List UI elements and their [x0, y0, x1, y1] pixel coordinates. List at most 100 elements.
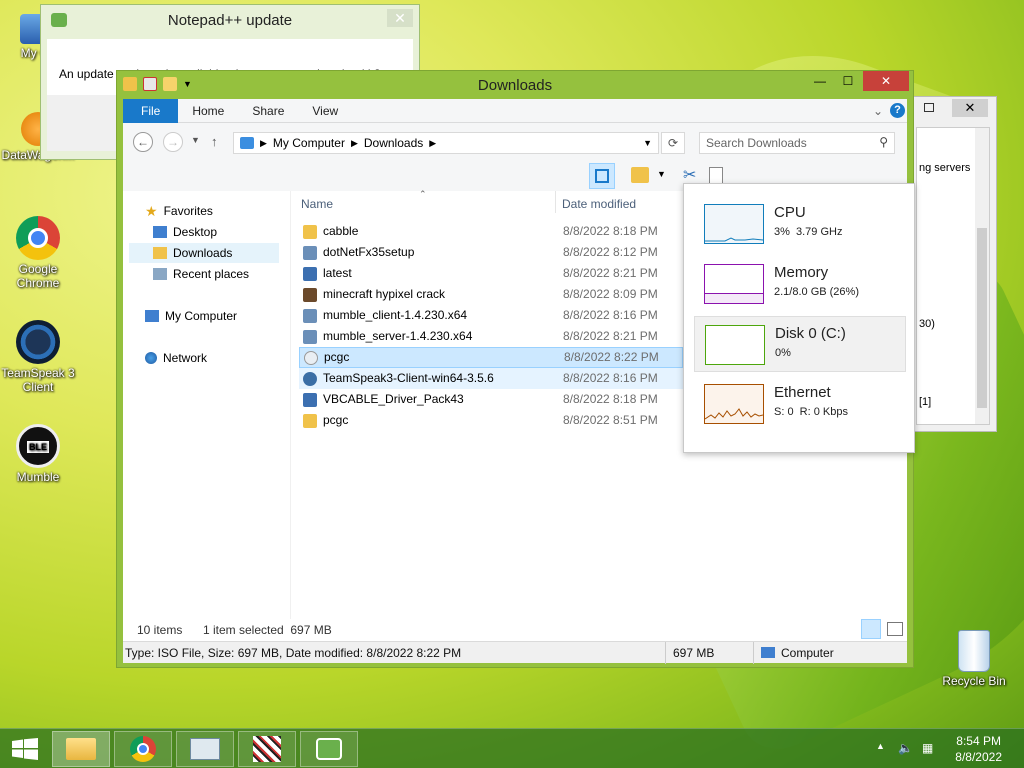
taskbar-task-manager-button[interactable]: [176, 731, 234, 767]
perf-item-disk[interactable]: Disk 0 (C:) 0%: [694, 316, 906, 372]
clock[interactable]: 8:54 PM 8/8/2022: [955, 733, 1002, 765]
file-row[interactable]: mumble_server-1.4.230.x64 8/8/2022 8:21 P…: [299, 326, 683, 347]
refresh-button[interactable]: ⟳: [661, 132, 685, 154]
mumble-icon: BLE: [16, 424, 60, 468]
chevron-down-icon[interactable]: ▼: [643, 138, 652, 148]
breadcrumb-downloads[interactable]: Downloads: [364, 136, 423, 150]
maximize-button[interactable]: ☐: [835, 71, 861, 91]
file-explorer-icon: [66, 738, 96, 760]
tab-view[interactable]: View: [298, 99, 352, 123]
preview-pane-icon[interactable]: [589, 163, 615, 189]
file-date: 8/8/2022 8:12 PM: [563, 245, 658, 259]
breadcrumb-my-computer[interactable]: My Computer: [273, 136, 345, 150]
file-row[interactable]: mumble_client-1.4.230.x64 8/8/2022 8:16 P…: [299, 305, 683, 326]
desktop-icon-chrome[interactable]: Google Chrome: [0, 216, 76, 290]
tab-share[interactable]: Share: [238, 99, 298, 123]
nav-label: Downloads: [173, 246, 233, 260]
minecraft-icon: [303, 287, 317, 302]
desktop-icon-label: Google Chrome: [16, 262, 60, 290]
computer-icon: [145, 310, 159, 322]
setup-icon: [303, 245, 317, 260]
breadcrumb-separator: ▶: [350, 137, 358, 148]
search-icon[interactable]: ⚲: [879, 135, 888, 149]
file-row[interactable]: latest 8/8/2022 8:21 PM: [299, 263, 683, 284]
file-name: TeamSpeak3-Client-win64-3.5.6: [323, 371, 494, 385]
dialog-title: Notepad++ update: [167, 12, 293, 29]
archive-icon: [303, 392, 317, 407]
nav-my-computer[interactable]: My Computer: [143, 306, 283, 326]
desktop-icon-teamspeak[interactable]: TeamSpeak 3 Client: [0, 320, 76, 394]
nav-desktop[interactable]: Desktop: [151, 222, 291, 242]
taskbar: ▲ 🔈 ▦ 8:54 PM 8/8/2022: [0, 728, 1024, 768]
background-window-content: ng servers 30) [1]: [916, 127, 990, 425]
nav-favorites[interactable]: ★ Favorites: [143, 201, 283, 221]
recent-locations-icon[interactable]: ▼: [191, 135, 200, 145]
file-row[interactable]: cabble 8/8/2022 8:18 PM: [299, 221, 683, 242]
file-row[interactable]: TeamSpeak3-Client-win64-3.5.6 8/8/2022 8:…: [299, 368, 683, 389]
maximize-icon[interactable]: [924, 103, 934, 112]
tab-home[interactable]: Home: [178, 99, 238, 123]
dialog-close-button[interactable]: ✕: [387, 9, 413, 27]
desktop-icon-mumble[interactable]: BLE Mumble: [0, 424, 76, 484]
performance-flyout[interactable]: CPU 3% 3.79 GHz Memory 2.1/8.0 GB (26%) …: [683, 183, 915, 453]
chevron-down-icon[interactable]: ▼: [657, 169, 666, 179]
cut-icon[interactable]: ✂: [683, 165, 696, 185]
disc-icon: [304, 350, 318, 365]
computer-icon: [761, 647, 775, 658]
file-date: 8/8/2022 8:18 PM: [563, 392, 658, 406]
tab-file[interactable]: File: [123, 98, 179, 123]
help-icon[interactable]: ?: [890, 103, 905, 118]
scrollbar-thumb[interactable]: [977, 228, 987, 408]
forward-button[interactable]: →: [163, 132, 183, 152]
address-bar[interactable]: ▶ My Computer ▶ Downloads ▶ ▼: [233, 132, 659, 154]
nav-network[interactable]: Network: [143, 348, 283, 368]
notepad-icon: [316, 738, 342, 760]
taskbar-notepad-button[interactable]: [300, 731, 358, 767]
perf-item-ethernet[interactable]: Ethernet S: 0 R: 0 Kbps: [694, 376, 906, 432]
desktop-icon-label: Mumble: [16, 470, 60, 484]
volume-icon[interactable]: 🔈: [898, 741, 913, 755]
start-button[interactable]: [12, 738, 38, 760]
show-hidden-icons[interactable]: ▲: [876, 741, 885, 751]
nav-label: My Computer: [165, 309, 238, 323]
scrollbar[interactable]: [975, 128, 989, 424]
taskbar-app-button[interactable]: [238, 731, 296, 767]
downloads-icon: [153, 247, 167, 259]
nav-recent-places[interactable]: Recent places: [151, 264, 291, 284]
file-row[interactable]: dotNetFx35setup 8/8/2022 8:12 PM: [299, 242, 683, 263]
column-header-name[interactable]: Name: [301, 197, 333, 211]
file-row[interactable]: pcgc 8/8/2022 8:51 PM: [299, 410, 683, 431]
search-input[interactable]: Search Downloads ⚲: [699, 132, 895, 154]
file-row[interactable]: pcgc 8/8/2022 8:22 PM: [299, 347, 683, 368]
column-header-date[interactable]: Date modified: [562, 197, 636, 211]
large-icons-view-icon[interactable]: [887, 622, 903, 636]
chevron-down-icon[interactable]: ⌄: [873, 104, 883, 118]
background-window[interactable]: ✕ ng servers 30) [1]: [905, 96, 997, 432]
perf-item-cpu[interactable]: CPU 3% 3.79 GHz: [694, 196, 906, 252]
back-button[interactable]: ←: [133, 132, 153, 152]
taskbar-chrome-button[interactable]: [114, 731, 172, 767]
task-manager-icon: [190, 738, 220, 760]
file-row[interactable]: minecraft hypixel crack 8/8/2022 8:09 PM: [299, 284, 683, 305]
memory-graph: [704, 264, 764, 304]
nav-label: Recent places: [173, 267, 250, 281]
details-view-icon[interactable]: [861, 619, 881, 639]
perf-name: Ethernet: [774, 384, 831, 401]
network-icon[interactable]: ▦: [922, 741, 933, 755]
folder-options-icon[interactable]: [631, 167, 649, 183]
desktop-icon-recycle-bin[interactable]: Recycle Bin: [936, 630, 1012, 688]
perf-item-memory[interactable]: Memory 2.1/8.0 GB (26%): [694, 256, 906, 312]
nav-downloads[interactable]: Downloads: [129, 243, 279, 263]
minimize-button[interactable]: —: [807, 71, 833, 91]
file-row[interactable]: VBCABLE_Driver_Pack43 8/8/2022 8:18 PM: [299, 389, 683, 410]
close-button[interactable]: ✕: [863, 71, 909, 91]
taskbar-explorer-button[interactable]: [52, 731, 110, 767]
details-bar: Type: ISO File, Size: 697 MB, Date modif…: [123, 641, 907, 664]
breadcrumb-separator: ▶: [260, 137, 267, 148]
up-button[interactable]: ↑: [211, 134, 218, 149]
navigation-pane: ★ Favorites Desktop Downloads Recent pla…: [123, 191, 291, 619]
background-window-close-button[interactable]: ✕: [952, 99, 988, 117]
search-placeholder: Search Downloads: [706, 136, 807, 150]
file-date: 8/8/2022 8:09 PM: [563, 287, 658, 301]
perf-value: 2.1/8.0 GB (26%): [774, 286, 859, 298]
